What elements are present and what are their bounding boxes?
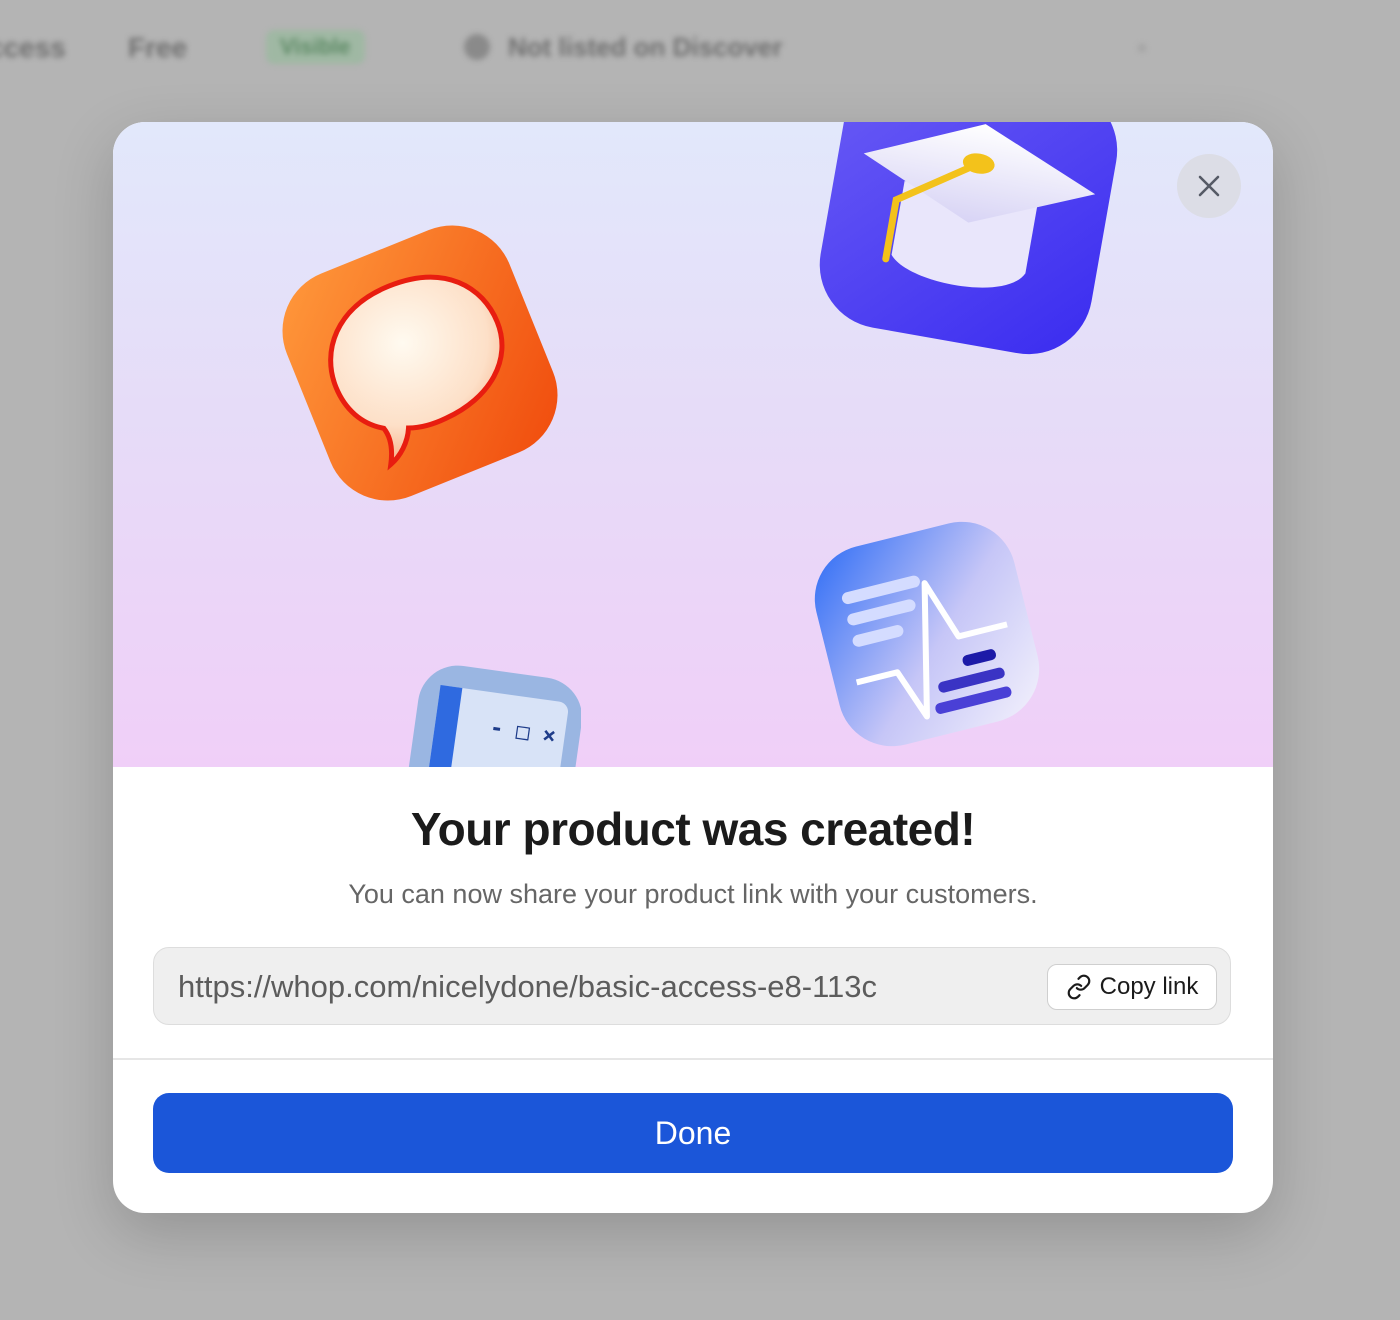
copy-link-button[interactable]: Copy link — [1047, 964, 1217, 1010]
product-link-field[interactable]: https://whop.com/nicelydone/basic-access… — [153, 947, 1231, 1025]
hero-illustration: - □ × — [113, 122, 1273, 767]
done-button[interactable]: Done — [153, 1093, 1233, 1173]
background-visibility-badge: Visible — [266, 30, 365, 64]
product-link-url[interactable]: https://whop.com/nicelydone/basic-access… — [178, 969, 877, 1005]
close-icon — [1198, 175, 1220, 197]
window-app-icon: - □ × — [405, 665, 581, 767]
modal-subtitle: You can now share your product link with… — [348, 879, 1038, 909]
link-icon — [1067, 974, 1090, 1000]
background-product-row: ccess Free Visible Not listed on Discove… — [0, 22, 1400, 74]
close-button[interactable] — [1177, 154, 1241, 218]
globe-icon — [464, 34, 490, 60]
copy-link-label: Copy link — [1099, 973, 1199, 1000]
document-analytics-icon — [814, 521, 1040, 747]
product-created-modal: - □ × Your product was created! You can … — [113, 122, 1273, 1213]
background-price-text: Free — [128, 32, 188, 63]
footer-divider — [113, 1058, 1273, 1060]
chat-app-icon — [282, 225, 558, 501]
modal-title: Your product was created! — [410, 803, 976, 855]
background-discover-status: Not listed on Discover — [508, 32, 783, 62]
more-icon — [1138, 44, 1146, 52]
background-access-text: ccess — [0, 32, 66, 63]
graduation-cap-icon — [819, 122, 1118, 355]
